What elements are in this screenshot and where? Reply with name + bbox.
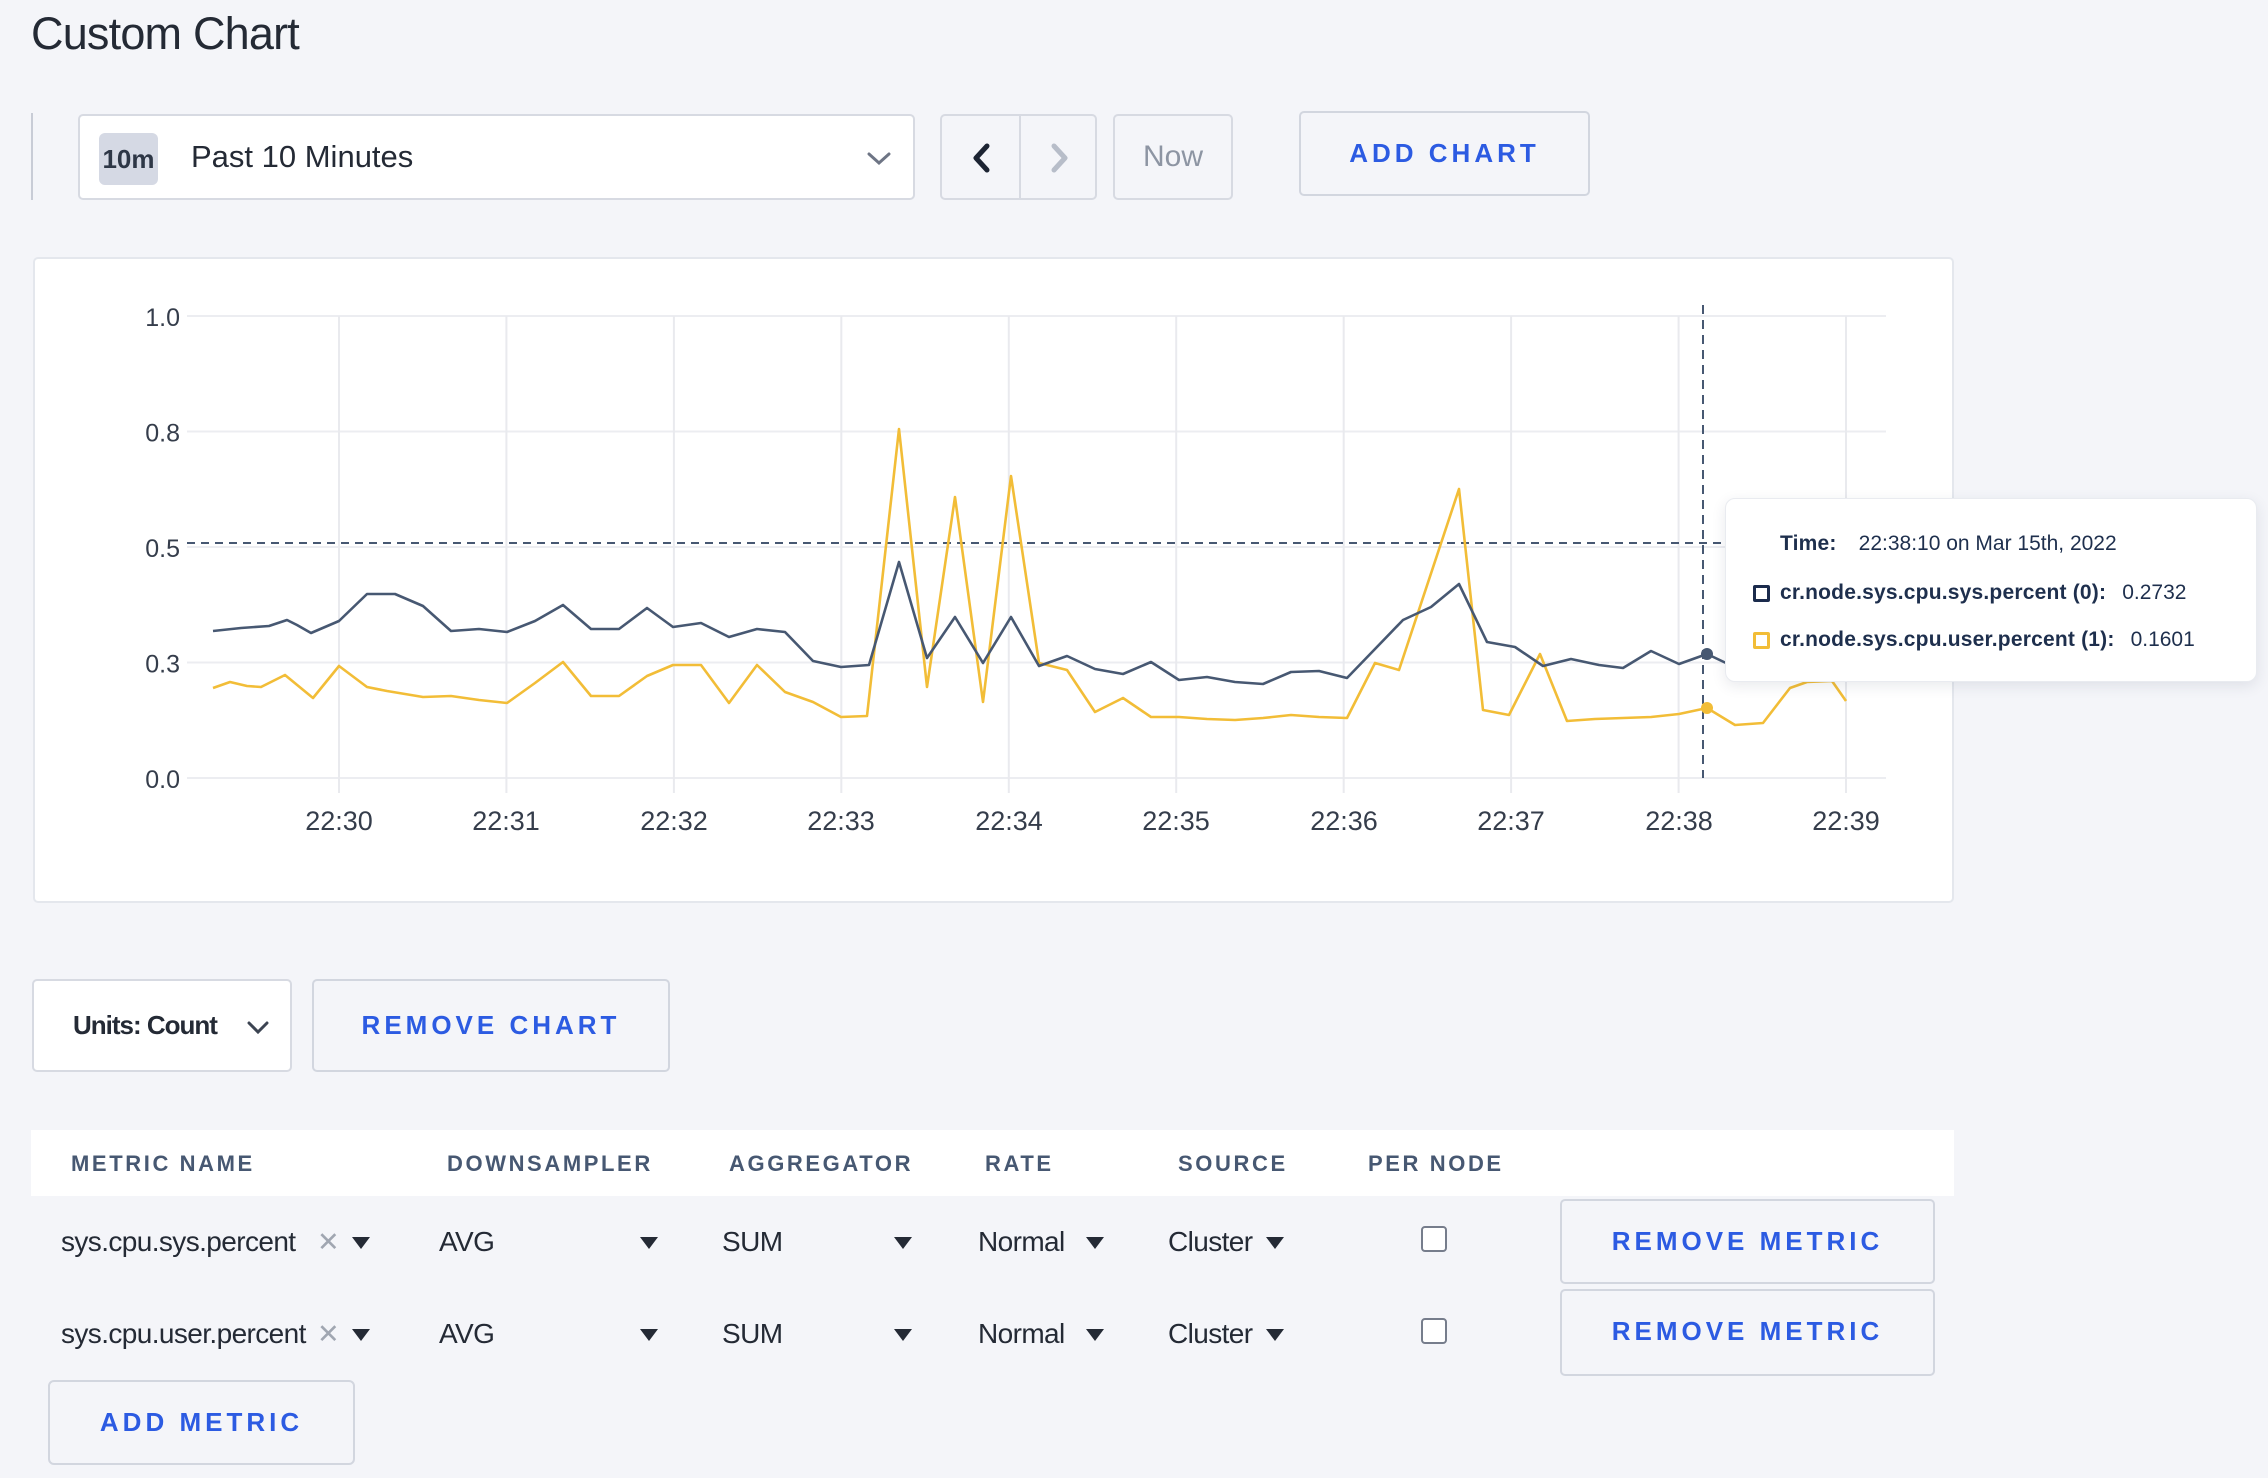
svg-text:22:31: 22:31 [472, 806, 540, 836]
svg-text:22:33: 22:33 [807, 806, 875, 836]
svg-text:22:34: 22:34 [975, 806, 1043, 836]
svg-text:0.8: 0.8 [145, 420, 180, 448]
svg-text:22:32: 22:32 [640, 806, 708, 836]
svg-text:22:37: 22:37 [1477, 806, 1545, 836]
svg-text:0.3: 0.3 [145, 651, 180, 679]
svg-text:22:30: 22:30 [305, 806, 373, 836]
svg-text:0.0: 0.0 [145, 766, 180, 794]
svg-text:1.0: 1.0 [145, 304, 180, 332]
svg-text:22:35: 22:35 [1142, 806, 1210, 836]
svg-text:0.5: 0.5 [145, 535, 180, 563]
svg-text:22:36: 22:36 [1310, 806, 1378, 836]
svg-text:22:39: 22:39 [1812, 806, 1880, 836]
svg-text:22:38: 22:38 [1645, 806, 1713, 836]
